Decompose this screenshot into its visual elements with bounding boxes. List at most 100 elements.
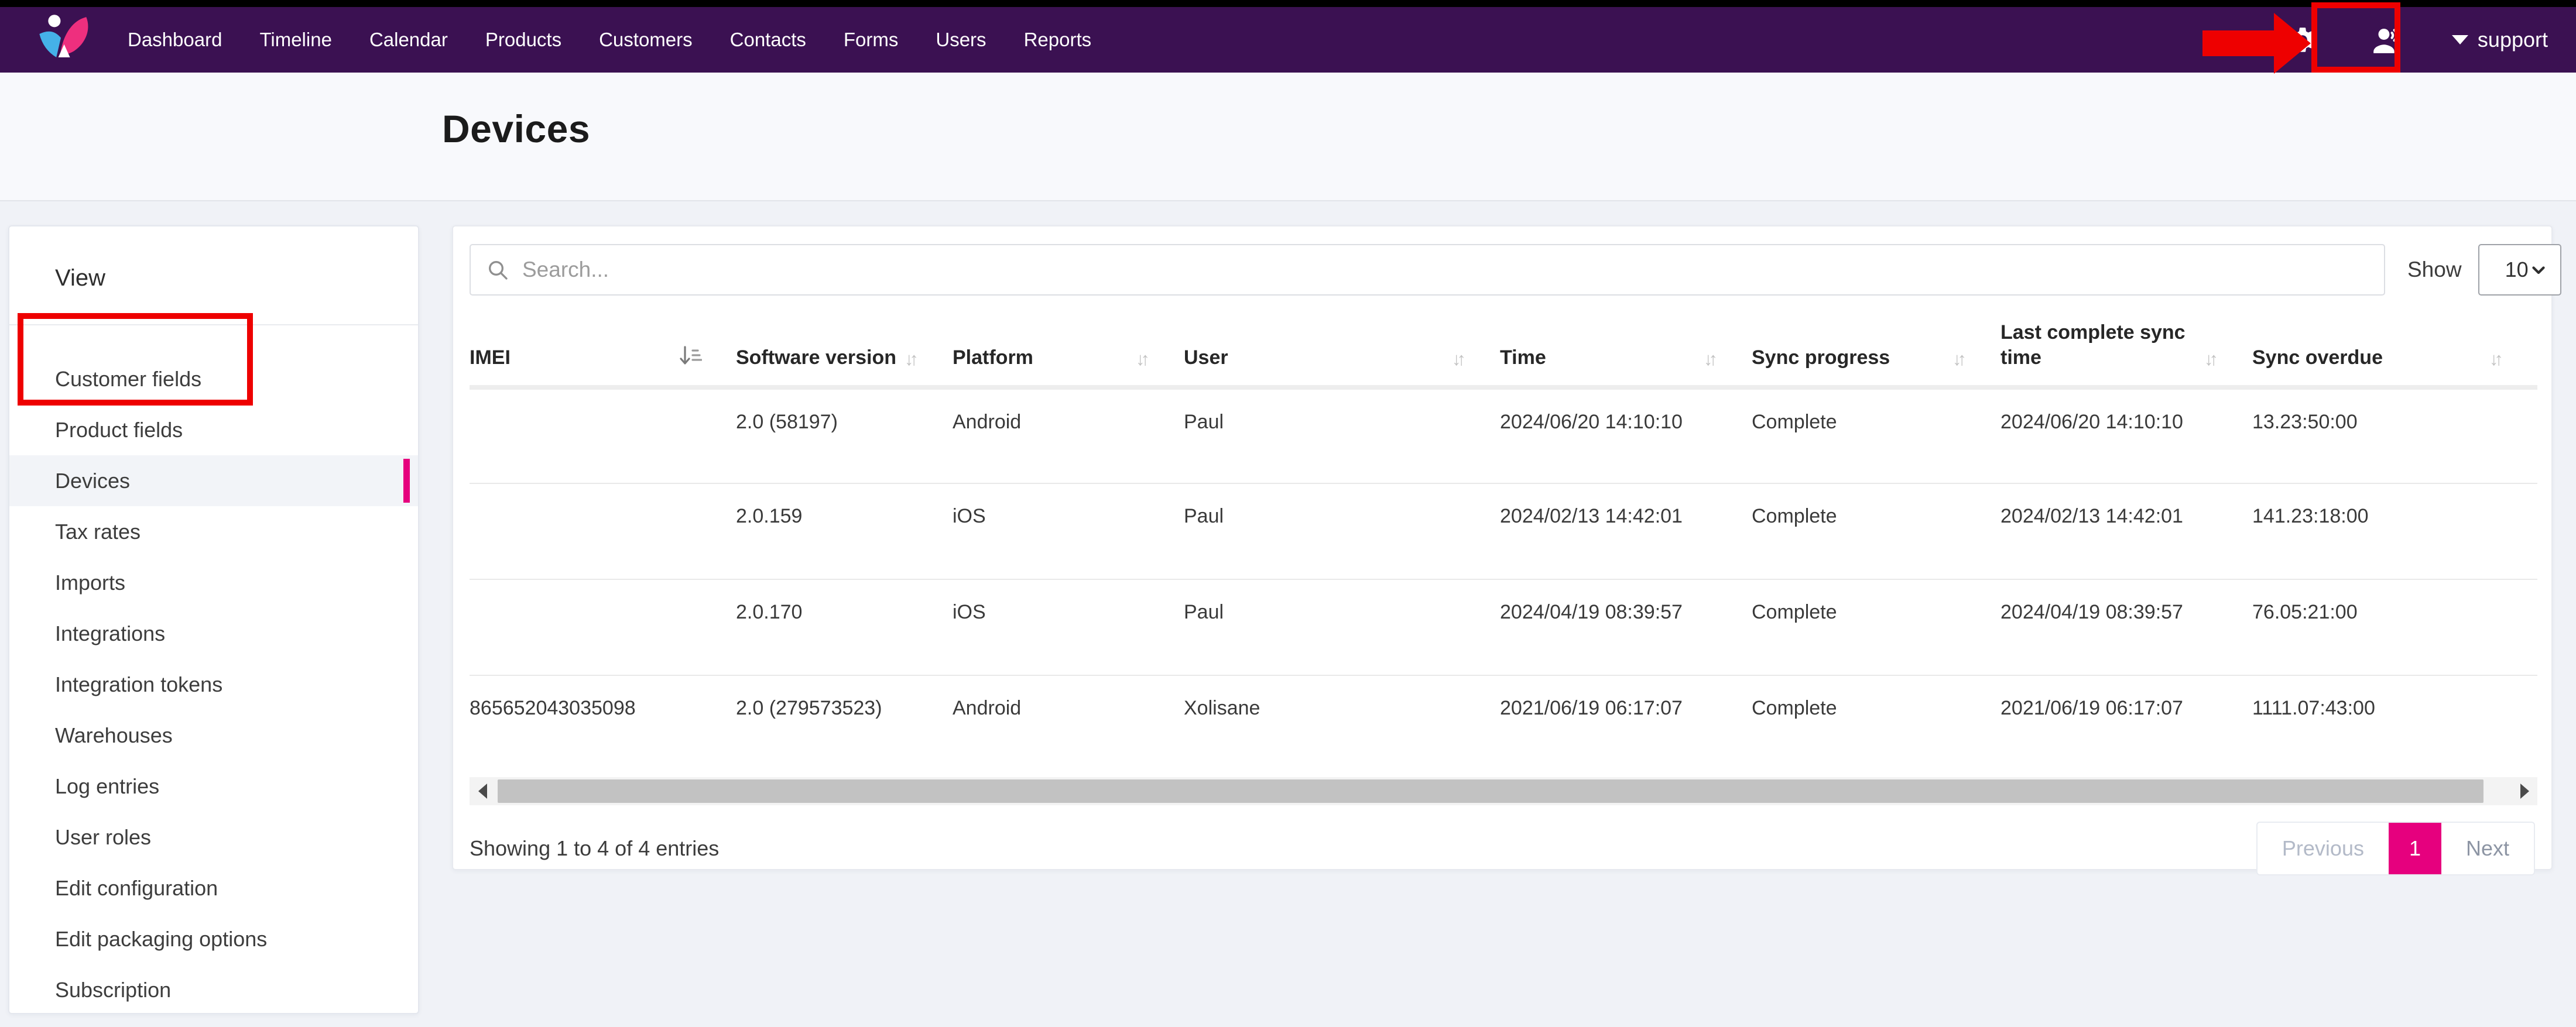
sidebar-item-user-roles[interactable]: User roles <box>9 812 418 863</box>
nav-item-timeline[interactable]: Timeline <box>259 29 331 51</box>
scroll-left-arrow-icon[interactable] <box>470 777 495 805</box>
sort-both-arrows-icon[interactable]: ↓↑ <box>1136 349 1150 370</box>
sort-both-arrows-icon[interactable]: ↓↑ <box>1452 349 1466 370</box>
sidebar-item-edit-packaging-options[interactable]: Edit packaging options <box>9 913 418 964</box>
sidebar-item-subscription[interactable]: Subscription <box>9 964 418 1015</box>
sort-both-arrows-icon[interactable]: ↓↑ <box>1952 349 1967 370</box>
search-box[interactable] <box>470 244 2385 296</box>
show-label: Show <box>2407 257 2462 282</box>
sort-descending-amount-icon[interactable] <box>679 345 702 370</box>
red-box-annotation-customer-fields <box>18 313 253 406</box>
sort-descending-amount-icon <box>679 345 702 367</box>
column-label: Platform <box>953 345 1033 370</box>
chevron-down-icon <box>2529 260 2548 280</box>
column-label: Sync overdue <box>2252 345 2383 370</box>
table-toolbar: Show 10 <box>470 244 2535 296</box>
sidebar-item-integrations[interactable]: Integrations <box>9 608 418 659</box>
devices-table: IMEISoftware version↓↑Platform↓↑User↓↑Ti… <box>470 310 2537 771</box>
column-label: Last complete sync time <box>2000 320 2204 370</box>
sidebar-item-log-entries[interactable]: Log entries <box>9 761 418 812</box>
table-footer: Showing 1 to 4 of 4 entries Previous 1 N… <box>470 822 2535 875</box>
cell-sync-progress: Complete <box>1752 483 2000 579</box>
cell-software-version: 2.0 (58197) <box>736 387 953 483</box>
cell-user: Xolisane <box>1184 675 1500 771</box>
cell-sync-progress: Complete <box>1752 675 2000 771</box>
cell-last-complete-sync-time: 2024/02/13 14:42:01 <box>2000 483 2252 579</box>
cell-last-complete-sync-time: 2024/06/20 14:10:10 <box>2000 387 2252 483</box>
column-header-user[interactable]: User ↓↑ <box>1184 310 1500 387</box>
search-input[interactable] <box>522 257 2369 282</box>
cell-software-version: 2.0 (279573523) <box>736 675 953 771</box>
sidebar-header: View <box>9 226 418 325</box>
support-label: support <box>2478 28 2548 52</box>
sidebar-item-edit-configuration[interactable]: Edit configuration <box>9 863 418 913</box>
sort-both-arrows-icon[interactable]: ↓↑ <box>2489 349 2503 370</box>
next-page-button[interactable]: Next <box>2441 823 2534 874</box>
red-arrow-annotation <box>2202 8 2325 78</box>
top-navbar: Dashboard Timeline Calendar Products Custome… <box>0 7 2576 73</box>
sort-both-arrows-icon[interactable]: ↓↑ <box>2204 349 2218 370</box>
nav-item-products[interactable]: Products <box>485 29 561 51</box>
show-entries-select[interactable]: 10 <box>2478 244 2561 296</box>
cell-platform: iOS <box>953 579 1184 675</box>
nav-menu: Dashboard Timeline Calendar Products Custome… <box>128 29 1091 51</box>
sidebar-item-product-fields[interactable]: Product fields <box>9 404 418 455</box>
nav-item-dashboard[interactable]: Dashboard <box>128 29 222 51</box>
cell-user: Paul <box>1184 387 1500 483</box>
cell-sync-overdue: 13.23:50:00 <box>2252 387 2537 483</box>
sort-both-arrows-icon[interactable]: ↓↑ <box>1704 349 1718 370</box>
cell-software-version: 2.0.159 <box>736 483 953 579</box>
scrollbar-thumb[interactable] <box>498 779 2483 803</box>
pagination: Previous 1 Next <box>2256 822 2535 875</box>
sort-both-arrows-icon[interactable]: ↓↑ <box>905 349 919 370</box>
column-label: IMEI <box>470 345 511 370</box>
cell-user: Paul <box>1184 483 1500 579</box>
nav-item-forms[interactable]: Forms <box>844 29 899 51</box>
cell-time: 2024/04/19 08:39:57 <box>1500 579 1752 675</box>
page-title: Devices <box>442 107 2576 151</box>
table-body: 2.0 (58197)AndroidPaul2024/06/20 14:10:1… <box>470 387 2537 771</box>
cell-imei <box>470 387 736 483</box>
scrollbar-track[interactable] <box>495 777 2512 805</box>
column-header-platform[interactable]: Platform ↓↑ <box>953 310 1184 387</box>
column-header-software-version[interactable]: Software version ↓↑ <box>736 310 953 387</box>
sidebar-item-devices[interactable]: Devices <box>9 455 418 506</box>
page-number-button[interactable]: 1 <box>2389 823 2441 874</box>
devices-card: Show 10 IMEI Software version ↓↑ Platform ↓↑… <box>452 225 2553 870</box>
sidebar-item-warehouses[interactable]: Warehouses <box>9 710 418 761</box>
page-header: Devices <box>0 73 2576 201</box>
sidebar-item-integration-tokens[interactable]: Integration tokens <box>9 659 418 710</box>
cell-last-complete-sync-time: 2021/06/19 06:17:07 <box>2000 675 2252 771</box>
column-header-sync-progress[interactable]: Sync progress↓↑ <box>1752 310 2000 387</box>
cell-last-complete-sync-time: 2024/04/19 08:39:57 <box>2000 579 2252 675</box>
nav-item-users[interactable]: Users <box>936 29 986 51</box>
column-header-imei[interactable]: IMEI <box>470 310 736 387</box>
column-label: Software version <box>736 345 896 370</box>
app-page: Dashboard Timeline Calendar Products Custome… <box>0 0 2576 1027</box>
table-row: 2.0.159iOSPaul2024/02/13 14:42:01Complet… <box>470 483 2537 579</box>
column-header-last-complete-sync-time[interactable]: Last complete sync time↓↑ <box>2000 310 2252 387</box>
scroll-right-arrow-icon[interactable] <box>2512 777 2537 805</box>
column-header-time[interactable]: Time ↓↑ <box>1500 310 1752 387</box>
sidebar-item-tax-rates[interactable]: Tax rates <box>9 506 418 557</box>
sidebar-list: Customer fieldsProduct fieldsDevicesTax … <box>9 325 418 1015</box>
horizontal-scrollbar[interactable] <box>470 777 2537 805</box>
nav-item-calendar[interactable]: Calendar <box>369 29 448 51</box>
column-label: User <box>1184 345 1228 370</box>
sidebar-item-imports[interactable]: Imports <box>9 557 418 608</box>
nav-item-contacts[interactable]: Contacts <box>730 29 806 51</box>
nav-item-reports[interactable]: Reports <box>1024 29 1092 51</box>
column-label: Time <box>1500 345 1546 370</box>
brand-logo-icon[interactable] <box>34 11 100 69</box>
magnifier-icon <box>486 258 509 281</box>
previous-page-button[interactable]: Previous <box>2258 823 2389 874</box>
support-dropdown[interactable]: support <box>2452 28 2548 52</box>
cell-sync-overdue: 1111.07:43:00 <box>2252 675 2537 771</box>
cell-time: 2024/02/13 14:42:01 <box>1500 483 1752 579</box>
top-black-strip <box>0 0 2576 7</box>
cell-sync-progress: Complete <box>1752 579 2000 675</box>
nav-item-customers[interactable]: Customers <box>599 29 693 51</box>
cell-software-version: 2.0.170 <box>736 579 953 675</box>
column-header-sync-overdue[interactable]: Sync overdue ↓↑ <box>2252 310 2537 387</box>
cell-time: 2021/06/19 06:17:07 <box>1500 675 1752 771</box>
